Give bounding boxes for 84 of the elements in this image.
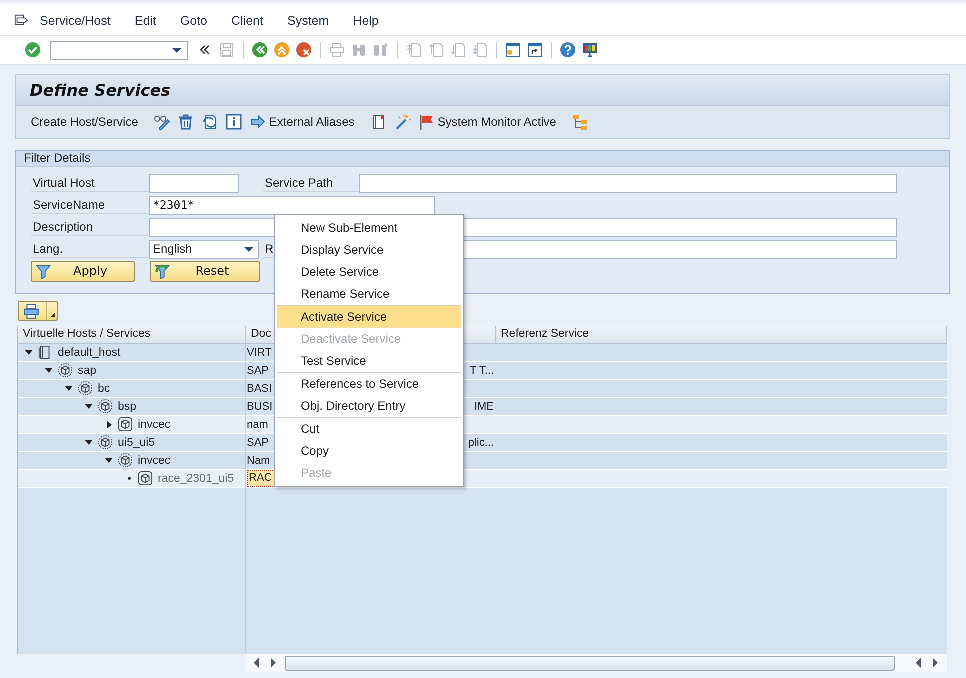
screen-title: Define Services xyxy=(30,80,171,100)
cube-icon xyxy=(138,471,153,486)
table-cell: plic... xyxy=(468,436,494,448)
monitor-icon[interactable] xyxy=(582,42,598,58)
cube-icon xyxy=(98,399,113,414)
scrollbar-thumb[interactable] xyxy=(285,656,895,670)
menu-item[interactable]: Edit xyxy=(134,14,156,28)
filter-reset-icon xyxy=(155,264,170,278)
group-title: Filter Details xyxy=(24,151,91,165)
reset-button[interactable]: Reset xyxy=(150,260,260,282)
cancel-icon[interactable] xyxy=(296,42,312,58)
column-header[interactable]: Referenz Service xyxy=(496,326,947,344)
table-cell: SAP xyxy=(247,364,270,376)
dropdown-field[interactable]: English xyxy=(149,240,259,258)
input-field[interactable] xyxy=(149,174,239,192)
table-cell: SAP xyxy=(247,436,270,448)
expand-toggle-icon[interactable] xyxy=(85,440,93,445)
expand-toggle-icon[interactable] xyxy=(105,458,113,463)
tree-node[interactable]: bc xyxy=(98,382,110,394)
printer-icon xyxy=(23,302,40,320)
cube-icon xyxy=(98,435,113,450)
tree-node[interactable]: default_host xyxy=(58,346,121,358)
menu-item[interactable]: New Sub-Element xyxy=(277,217,461,239)
table-cell: T T... xyxy=(470,364,494,376)
menu-item[interactable]: Client xyxy=(232,14,264,28)
column-header[interactable]: Virtuelle Hosts / Services xyxy=(18,326,246,344)
filter-icon xyxy=(36,264,51,278)
scroll-right-icon[interactable] xyxy=(933,658,938,668)
print-button[interactable] xyxy=(18,301,58,321)
cube-icon xyxy=(118,453,133,468)
table-cell: BUSI xyxy=(247,400,273,412)
cube-icon xyxy=(118,417,133,432)
info-icon[interactable] xyxy=(226,114,242,130)
glasses-pencil-icon[interactable] xyxy=(154,114,170,130)
back-icon[interactable] xyxy=(252,42,268,58)
document-icon[interactable] xyxy=(370,114,387,130)
bullet-icon xyxy=(128,477,131,480)
table-cell: nam xyxy=(247,418,268,430)
tree-node[interactable]: invcec xyxy=(138,454,171,466)
menu-item[interactable]: Obj. Directory Entry xyxy=(277,395,461,417)
tree-node[interactable]: invcec xyxy=(138,418,171,430)
table-cell: BASI xyxy=(247,382,272,394)
menu-item[interactable]: Activate Service xyxy=(277,306,461,328)
menu-item[interactable]: Rename Service xyxy=(277,283,461,305)
tree-node[interactable]: sap xyxy=(78,364,97,376)
flag-icon xyxy=(418,114,435,130)
apply-button[interactable]: Apply xyxy=(31,260,135,282)
cube-icon xyxy=(78,381,93,396)
toolbar-button[interactable]: System Monitor Active xyxy=(418,114,556,130)
new-window-icon[interactable] xyxy=(505,42,521,58)
table-cell: VIRT xyxy=(247,346,272,358)
input-field[interactable]: *2301* xyxy=(149,196,435,214)
magic-wand-icon[interactable] xyxy=(394,114,411,130)
window-menu-icon[interactable] xyxy=(14,13,29,28)
menu-item[interactable]: Service/Host xyxy=(40,14,111,28)
expand-toggle-icon[interactable] xyxy=(25,350,33,355)
input-field[interactable] xyxy=(359,174,897,192)
trash-icon[interactable] xyxy=(178,114,194,130)
expand-toggle-icon[interactable] xyxy=(45,368,53,373)
command-field[interactable] xyxy=(50,40,188,60)
dropdown-caret-icon[interactable] xyxy=(172,48,182,52)
hierarchy-icon[interactable] xyxy=(572,114,588,130)
help-icon[interactable] xyxy=(560,42,576,58)
menu-item[interactable]: Goto xyxy=(180,14,208,28)
arrow-right-icon xyxy=(250,114,266,130)
menu-item[interactable]: Delete Service xyxy=(277,261,461,283)
expand-toggle-icon[interactable] xyxy=(65,386,73,391)
toolbar-button[interactable]: Create Host/Service xyxy=(31,115,138,129)
check-icon[interactable] xyxy=(25,42,41,58)
shortcut-window-icon[interactable] xyxy=(527,42,543,58)
expand-toggle-icon[interactable] xyxy=(107,420,112,428)
menu-item[interactable]: Help xyxy=(353,14,379,28)
tree-node[interactable]: ui5_ui5 xyxy=(118,436,156,448)
scroll-right-icon[interactable] xyxy=(271,658,276,668)
menu-item[interactable]: System xyxy=(287,14,330,28)
refresh-document-icon[interactable] xyxy=(202,114,218,130)
tree-node[interactable]: bsp xyxy=(118,400,137,412)
expand-toggle-icon[interactable] xyxy=(85,404,93,409)
scroll-left-icon[interactable] xyxy=(254,658,259,668)
toolbar-button[interactable]: External Aliases xyxy=(250,114,355,130)
scroll-left-icon[interactable] xyxy=(916,658,921,668)
table-cell: IME xyxy=(474,400,494,412)
table-cell: Nam xyxy=(247,454,270,466)
cube-icon xyxy=(58,363,73,378)
